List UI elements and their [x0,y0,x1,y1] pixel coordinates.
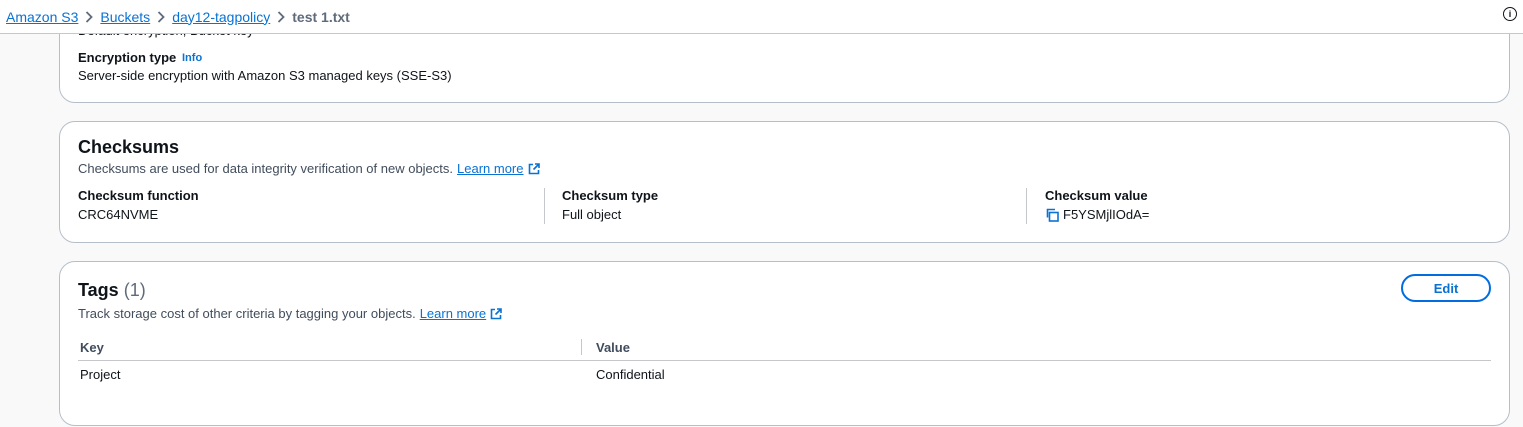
tags-learn-more-link[interactable]: Learn more [420,306,502,321]
checksum-value-column: Checksum value F5YSMjlIOdA= [1045,188,1149,222]
copy-icon[interactable] [1045,208,1059,222]
breadcrumb-bucket[interactable]: day12-tagpolicy [172,9,270,25]
tag-key-cell: Project [80,367,121,382]
checksum-function-column: Checksum function CRC64NVME [78,188,199,222]
tags-description: Track storage cost of other criteria by … [78,306,502,321]
external-link-icon [528,162,540,174]
checksums-learn-more-link[interactable]: Learn more [457,161,540,176]
chevron-right-icon [270,10,292,24]
checksum-type-value: Full object [562,207,622,222]
checksum-function-label: Checksum function [78,188,199,203]
checksums-description-text: Checksums are used for data integrity ve… [78,161,454,176]
breadcrumb: Amazon S3 Buckets day12-tagpolicy test 1… [0,0,1523,34]
tags-table: Key Value Project Confidential [78,337,1491,389]
encryption-type-value: Server-side encryption with Amazon S3 ma… [78,68,452,83]
tags-count: (1) [123,280,146,300]
tags-table-header: Key Value [78,337,1491,361]
edit-tags-button[interactable]: Edit [1401,274,1491,302]
page: Amazon S3 Buckets day12-tagpolicy test 1… [0,0,1523,427]
checksum-value-label: Checksum value [1045,188,1148,203]
breadcrumb-amazon-s3[interactable]: Amazon S3 [6,9,78,25]
checksums-title: Checksums [78,137,180,157]
info-icon[interactable]: i [1503,7,1517,21]
tag-value-cell: Confidential [596,367,665,382]
checksums-panel: Checksums Checksums are used for data in… [59,121,1510,243]
tags-panel: Tags (1) Edit Track storage cost of othe… [59,261,1510,426]
encryption-info-link[interactable]: Info [182,52,202,64]
column-header-value: Value [596,340,630,355]
checksums-description: Checksums are used for data integrity ve… [78,161,540,176]
tags-description-text: Track storage cost of other criteria by … [78,306,416,321]
encryption-type-label: Encryption type [78,50,177,65]
checksum-type-column: Checksum type Full object [562,188,658,222]
table-row: Project Confidential [78,361,1491,389]
learn-more-label: Learn more [457,161,524,176]
chevron-right-icon [78,10,100,24]
column-divider [1026,188,1027,224]
checksum-type-label: Checksum type [562,188,659,203]
checksum-value-text: F5YSMjlIOdA= [1063,207,1150,222]
tags-title-text: Tags [78,280,119,300]
learn-more-label: Learn more [419,306,487,321]
breadcrumb-current: test 1.txt [292,8,350,25]
chevron-right-icon [150,10,172,24]
external-link-icon [490,307,502,319]
column-divider [581,339,582,355]
column-header-key: Key [80,340,104,355]
tags-title: Tags (1) [78,280,146,301]
breadcrumb-buckets[interactable]: Buckets [100,9,150,25]
checksum-function-value: CRC64NVME [78,207,159,222]
checksum-value-row: F5YSMjlIOdA= [1045,207,1149,222]
column-divider [544,188,545,224]
